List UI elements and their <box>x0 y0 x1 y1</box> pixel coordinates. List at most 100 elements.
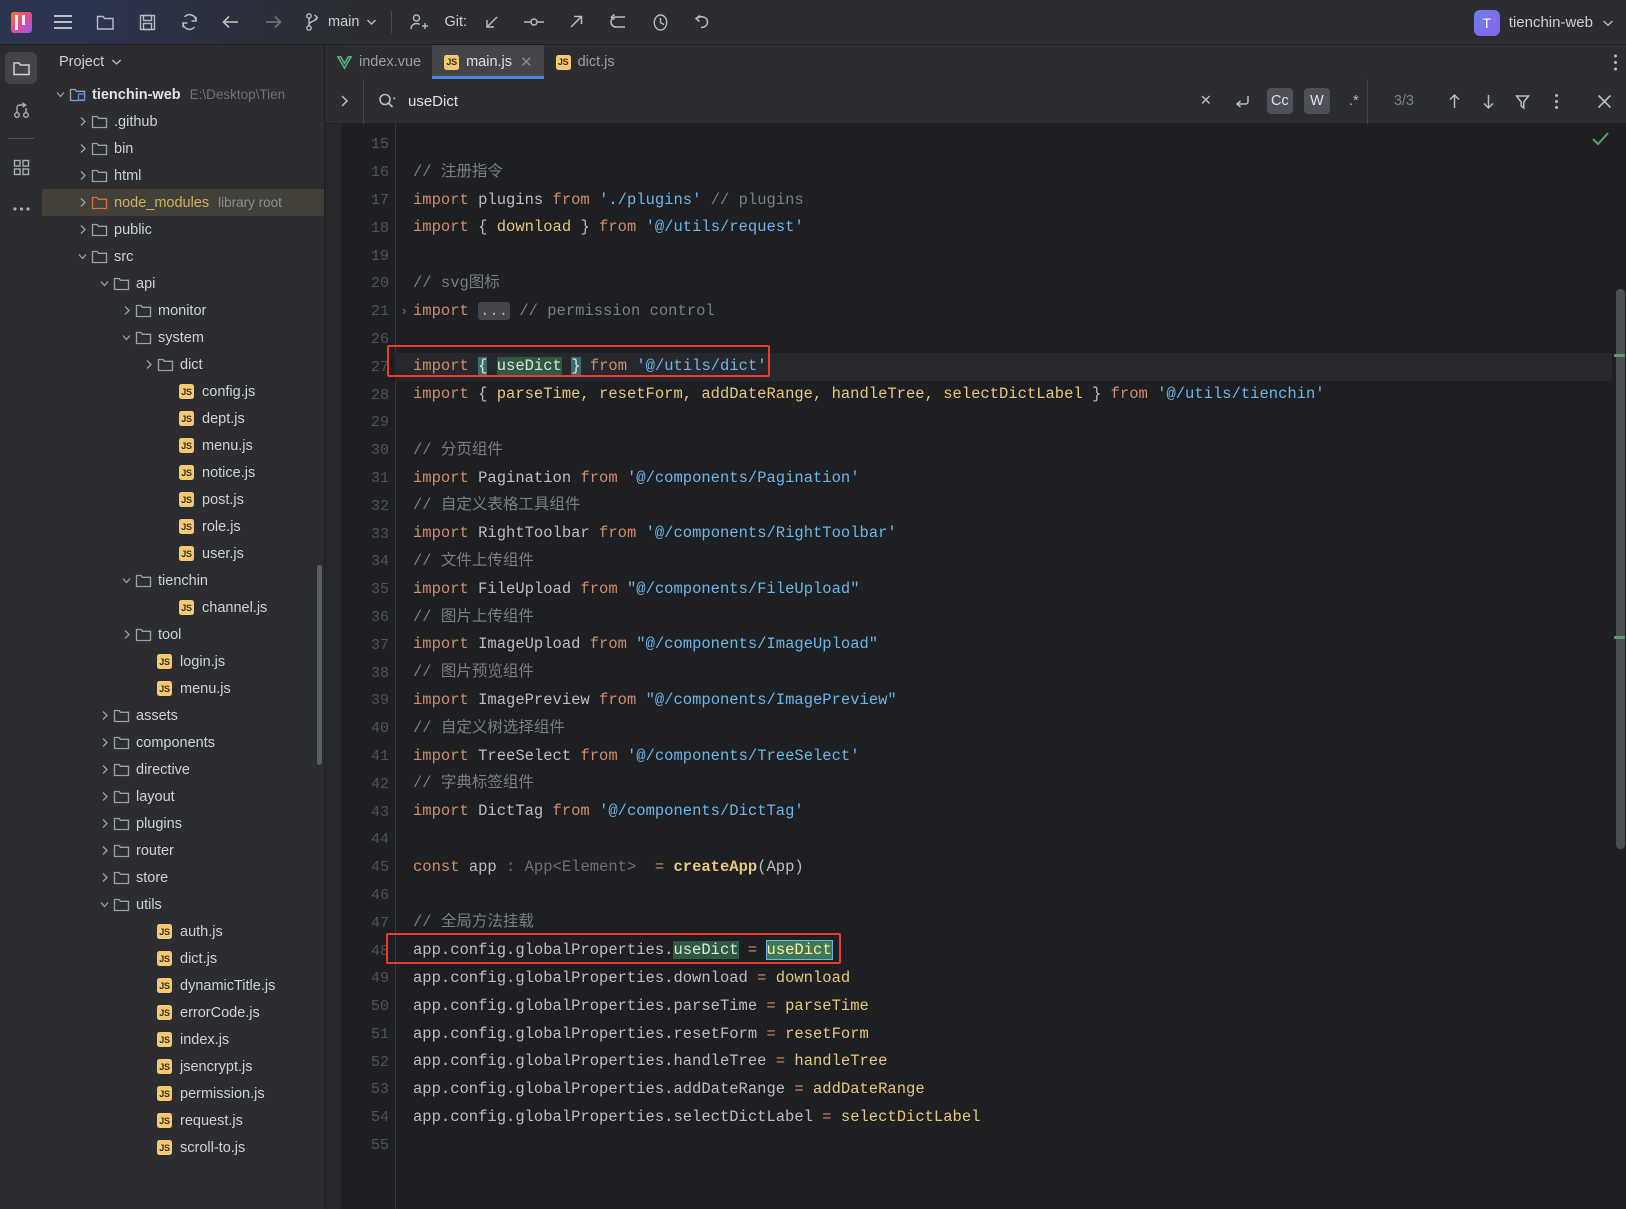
code-line[interactable]: import { useDict } from '@/utils/dict' <box>395 353 1612 382</box>
tree-file-item[interactable]: JS config.js <box>42 378 324 405</box>
chevron-right-icon[interactable] <box>100 872 109 883</box>
tree-file-item[interactable]: JS channel.js <box>42 594 324 621</box>
tree-folder-item[interactable]: store <box>42 864 324 891</box>
tree-folder-item[interactable]: assets <box>42 702 324 729</box>
code-line[interactable] <box>395 409 1612 437</box>
expand-find-icon[interactable] <box>325 93 363 109</box>
scrollbar-markers[interactable] <box>1612 124 1626 1209</box>
find-options-icon[interactable] <box>1540 85 1572 117</box>
chevron-right-icon[interactable] <box>144 359 153 370</box>
open-folder-icon[interactable] <box>84 0 126 45</box>
tree-file-item[interactable]: JS auth.js <box>42 918 324 945</box>
code-line[interactable] <box>395 326 1612 354</box>
tree-file-item[interactable]: JS post.js <box>42 486 324 513</box>
tree-folder-item[interactable]: .github <box>42 108 324 135</box>
sidebar-item-project[interactable] <box>5 52 37 84</box>
tree-expand-toggle[interactable] <box>118 332 135 343</box>
tree-file-item[interactable]: JS user.js <box>42 540 324 567</box>
tree-file-item[interactable]: JS scroll-to.js <box>42 1134 324 1161</box>
code-line[interactable]: // 自定义表格工具组件 <box>395 492 1612 520</box>
code-line[interactable]: import DictTag from '@/components/DictTa… <box>395 798 1612 826</box>
tree-file-item[interactable]: JS jsencrypt.js <box>42 1053 324 1080</box>
tree-file-item[interactable]: JS role.js <box>42 513 324 540</box>
chevron-right-icon[interactable] <box>122 305 131 316</box>
chevron-right-icon[interactable] <box>78 143 87 154</box>
code-line[interactable] <box>395 882 1612 910</box>
chevron-right-icon[interactable] <box>78 170 87 181</box>
tree-folder-item[interactable]: directive <box>42 756 324 783</box>
chevron-right-icon[interactable] <box>78 197 87 208</box>
chevron-down-icon[interactable] <box>100 899 109 910</box>
tree-expand-toggle[interactable] <box>74 224 91 235</box>
commit-icon[interactable] <box>513 0 555 45</box>
search-query[interactable]: useDict <box>408 93 1182 110</box>
tree-folder-item[interactable]: tool <box>42 621 324 648</box>
code-line[interactable]: // 图片预览组件 <box>395 659 1612 687</box>
code-line[interactable]: // 字典标签组件 <box>395 770 1612 798</box>
editor-tab-options-icon[interactable] <box>1613 45 1618 79</box>
tree-expand-toggle[interactable] <box>74 170 91 181</box>
code-line[interactable]: import Pagination from '@/components/Pag… <box>395 465 1612 493</box>
project-tree-scrollbar[interactable] <box>317 565 322 765</box>
tab-index-vue[interactable]: index.vue <box>325 45 432 79</box>
tree-expand-toggle[interactable] <box>118 629 135 640</box>
tree-expand-toggle[interactable] <box>96 899 113 910</box>
update-project-icon[interactable] <box>471 0 513 45</box>
code-line[interactable]: app.config.globalProperties.useDict = us… <box>395 937 1612 965</box>
tree-folder-item[interactable]: public <box>42 216 324 243</box>
tree-file-item[interactable]: JS notice.js <box>42 459 324 486</box>
chevron-right-icon[interactable] <box>100 818 109 829</box>
inspection-ok-icon[interactable] <box>1591 131 1610 152</box>
tree-expand-toggle[interactable] <box>118 575 135 586</box>
code-line[interactable]: import { parseTime, resetForm, addDateRa… <box>395 381 1612 409</box>
code-line[interactable]: // 分页组件 <box>395 437 1612 465</box>
chevron-down-icon[interactable] <box>100 278 109 289</box>
tree-folder-item[interactable]: monitor <box>42 297 324 324</box>
project-panel-header[interactable]: Project <box>42 45 324 79</box>
tree-expand-toggle[interactable] <box>74 197 91 208</box>
history-icon[interactable] <box>639 0 681 45</box>
search-input[interactable]: useDict ✕ Cc W .* <box>363 78 1367 124</box>
tree-expand-toggle[interactable] <box>74 251 91 262</box>
code-line[interactable]: import TreeSelect from '@/components/Tre… <box>395 743 1612 771</box>
chevron-right-icon[interactable] <box>100 791 109 802</box>
words-toggle[interactable]: W <box>1303 88 1330 114</box>
code-line[interactable]: // 注册指令 <box>395 159 1612 187</box>
chevron-right-icon[interactable] <box>100 845 109 856</box>
project-file-tree[interactable]: tienchin-web E:\Desktop\Tien .github bin htm… <box>42 79 324 1209</box>
branch-selector[interactable]: main <box>297 8 385 36</box>
close-find-icon[interactable] <box>1582 79 1626 124</box>
code-content[interactable]: // 注册指令 import plugins from './plugins' /… <box>395 124 1612 1209</box>
tab-dict-js[interactable]: JS dict.js <box>544 45 626 79</box>
tree-expand-toggle[interactable] <box>140 359 157 370</box>
close-icon[interactable]: ✕ <box>520 53 533 71</box>
new-line-icon[interactable] <box>1230 88 1256 114</box>
tree-expand-toggle[interactable] <box>74 116 91 127</box>
hamburger-menu-icon[interactable] <box>42 0 84 45</box>
tree-file-item[interactable]: JS menu.js <box>42 675 324 702</box>
code-line[interactable]: // svg图标 <box>395 270 1612 298</box>
tree-folder-item[interactable]: tienchin-web E:\Desktop\Tien <box>42 81 324 108</box>
tree-expand-toggle[interactable] <box>96 845 113 856</box>
chevron-down-icon[interactable] <box>122 332 131 343</box>
code-line[interactable]: // 文件上传组件 <box>395 548 1612 576</box>
tree-file-item[interactable]: JS dept.js <box>42 405 324 432</box>
regex-toggle[interactable]: .* <box>1341 88 1367 114</box>
rollback-merge-icon[interactable] <box>597 0 639 45</box>
sync-icon[interactable] <box>168 0 210 45</box>
tree-file-item[interactable]: JS index.js <box>42 1026 324 1053</box>
tree-file-item[interactable]: JS dynamicTitle.js <box>42 972 324 999</box>
code-line[interactable]: import { download } from '@/utils/reques… <box>395 214 1612 242</box>
chevron-down-icon[interactable] <box>56 89 65 100</box>
tree-folder-item[interactable]: tienchin <box>42 567 324 594</box>
code-line[interactable]: // 全局方法挂载 <box>395 909 1612 937</box>
jetbrains-logo-icon[interactable] <box>0 0 42 45</box>
tree-file-item[interactable]: JS request.js <box>42 1107 324 1134</box>
tree-folder-item[interactable]: node_modules library root <box>42 189 324 216</box>
tree-file-item[interactable]: JS dict.js <box>42 945 324 972</box>
code-line[interactable] <box>395 826 1612 854</box>
chevron-down-icon[interactable] <box>122 575 131 586</box>
tree-folder-item[interactable]: bin <box>42 135 324 162</box>
tree-folder-item[interactable]: utils <box>42 891 324 918</box>
code-line[interactable]: const app : App<Element> = createApp(App… <box>395 854 1612 882</box>
